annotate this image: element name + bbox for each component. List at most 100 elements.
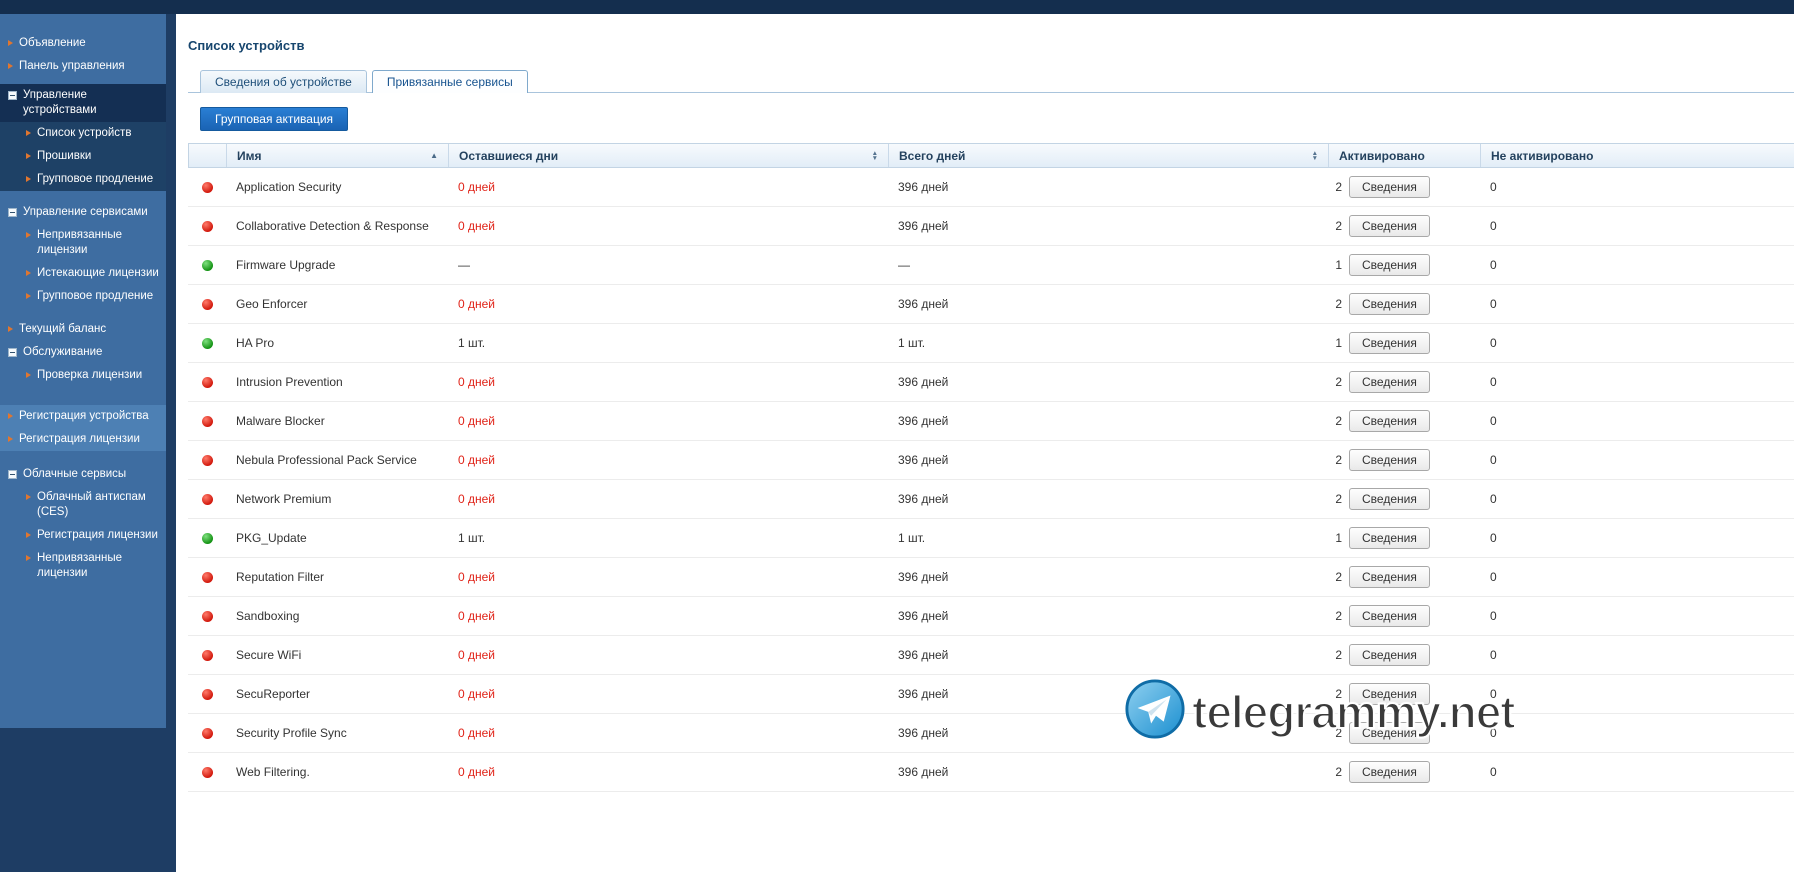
details-button[interactable]: Сведения [1349,176,1430,198]
activated-cell: 2 Сведения [1328,605,1480,627]
total-days: 396 дней [898,648,949,662]
sidebar-item-label: Непривязанные лицензии [37,552,122,579]
tab-1[interactable]: Привязанные сервисы [371,70,528,93]
sidebar-item-12[interactable]: Проверка лицензии [0,364,166,387]
activated-count: 2 [1335,453,1342,467]
sidebar-item-14[interactable]: Регистрация лицензии [0,428,166,451]
watermark: telegrammy.net [1124,678,1517,745]
not-activated-count: 0 [1490,258,1497,272]
remaining-days: 0 дней [458,609,496,623]
status-dot-red [201,376,213,388]
sidebar-item-label: Текущий баланс [19,323,107,335]
sidebar-group-2[interactable]: Управление устройствами [0,84,166,122]
collapse-icon[interactable] [8,208,17,217]
details-button[interactable]: Сведения [1349,761,1430,783]
table-row: Web Filtering. 0 дней 396 дней 2 Сведения 0 [188,753,1794,792]
sidebar-item-9[interactable]: Групповое продление [0,285,166,308]
status-cell [188,727,226,739]
sidebar-group-15[interactable]: Облачные сервисы [0,463,166,486]
details-button[interactable]: Сведения [1349,527,1430,549]
column-header-3[interactable]: Всего дней ▲ ▼ [889,144,1329,167]
column-header-4[interactable]: Активировано [1329,144,1481,167]
details-button[interactable]: Сведения [1349,293,1430,315]
table-row: PKG_Update 1 шт. 1 шт. 1 Сведения 0 [188,519,1794,558]
group-activation-button[interactable]: Групповая активация [200,107,349,131]
table-row: Nebula Professional Pack Service 0 дней 39… [188,441,1794,480]
remaining-days: 0 дней [458,492,496,506]
status-cell [188,298,226,310]
column-header-2[interactable]: Оставшиеся дни ▲ ▼ [449,144,889,167]
sidebar-item-label: Регистрация лицензии [19,433,140,445]
service-name: HA Pro [236,336,275,350]
not-activated-count: 0 [1490,492,1497,506]
details-button[interactable]: Сведения [1349,488,1430,510]
sidebar-item-4[interactable]: Прошивки [0,145,166,168]
details-button[interactable]: Сведения [1349,566,1430,588]
collapse-icon[interactable] [8,348,17,357]
devices-table: Имя ▲ Оставшиеся дни ▲ ▼ Всего дней ▲ ▼ Активиро… [188,143,1794,792]
remaining-days: 0 дней [458,180,496,194]
sidebar-divider [166,14,176,872]
sidebar-group-11[interactable]: Обслуживание [0,341,166,364]
sidebar-bottom-fill [0,728,166,872]
sidebar-item-7[interactable]: Непривязанные лицензии [0,224,166,262]
sidebar-item-label: Управление устройствами [23,89,97,116]
sidebar-item-16[interactable]: Облачный антиспам (CES) [0,486,166,524]
status-cell [188,220,226,232]
sidebar-item-13[interactable]: Регистрация устройства [0,405,166,428]
status-dot-green [201,532,213,544]
sidebar-item-3[interactable]: Список устройств [0,122,166,145]
service-name: SecuReporter [236,687,311,701]
collapse-icon[interactable] [8,91,17,100]
status-cell [188,376,226,388]
top-bar [0,0,1794,14]
not-activated-count: 0 [1490,765,1497,779]
details-button[interactable]: Сведения [1349,605,1430,627]
status-cell [188,415,226,427]
service-name: Malware Blocker [236,414,325,428]
service-name: PKG_Update [236,531,307,545]
status-dot-red [201,688,213,700]
not-activated-count: 0 [1490,336,1497,350]
details-button[interactable]: Сведения [1349,644,1430,666]
sidebar-item-10[interactable]: Текущий баланс [0,318,166,341]
remaining-days: 0 дней [458,375,496,389]
column-header-5[interactable]: Не активировано [1481,144,1794,167]
sidebar-item-1[interactable]: Панель управления [0,55,166,78]
details-button[interactable]: Сведения [1349,215,1430,237]
total-days: 396 дней [898,219,949,233]
sidebar-item-8[interactable]: Истекающие лицензии [0,262,166,285]
sidebar-item-18[interactable]: Непривязанные лицензии [0,547,166,585]
total-days: 1 шт. [898,336,926,350]
tab-0[interactable]: Сведения об устройстве [200,70,367,93]
details-button[interactable]: Сведения [1349,410,1430,432]
sidebar-group-6[interactable]: Управление сервисами [0,201,166,224]
sidebar-item-5[interactable]: Групповое продление [0,168,166,191]
sidebar-item-17[interactable]: Регистрация лицензии [0,524,166,547]
not-activated-count: 0 [1490,414,1497,428]
total-days: 396 дней [898,297,949,311]
page-title: Список устройств [188,38,305,53]
details-button[interactable]: Сведения [1349,332,1430,354]
sort-asc-icon[interactable]: ▲ [430,151,438,160]
collapse-icon[interactable] [8,470,17,479]
sort-icon[interactable]: ▲ ▼ [1312,150,1318,162]
details-button[interactable]: Сведения [1349,449,1430,471]
status-cell [188,766,226,778]
not-activated-count: 0 [1490,180,1497,194]
total-days: 396 дней [898,414,949,428]
not-activated-count: 0 [1490,726,1497,740]
sidebar-item-0[interactable]: Объявление [0,32,166,55]
table-row: SecuReporter 0 дней 396 дней 2 Сведения 0 [188,675,1794,714]
activated-cell: 2 Сведения [1328,761,1480,783]
details-button[interactable]: Сведения [1349,254,1430,276]
sort-icon[interactable]: ▲ ▼ [872,150,878,162]
total-days: 396 дней [898,180,949,194]
column-header-1[interactable]: Имя ▲ [227,144,449,167]
sidebar-item-label: Панель управления [19,60,125,72]
total-days: 396 дней [898,765,949,779]
details-button[interactable]: Сведения [1349,371,1430,393]
activated-count: 2 [1335,570,1342,584]
table-row: Collaborative Detection & Response 0 дней… [188,207,1794,246]
remaining-days: 0 дней [458,219,496,233]
